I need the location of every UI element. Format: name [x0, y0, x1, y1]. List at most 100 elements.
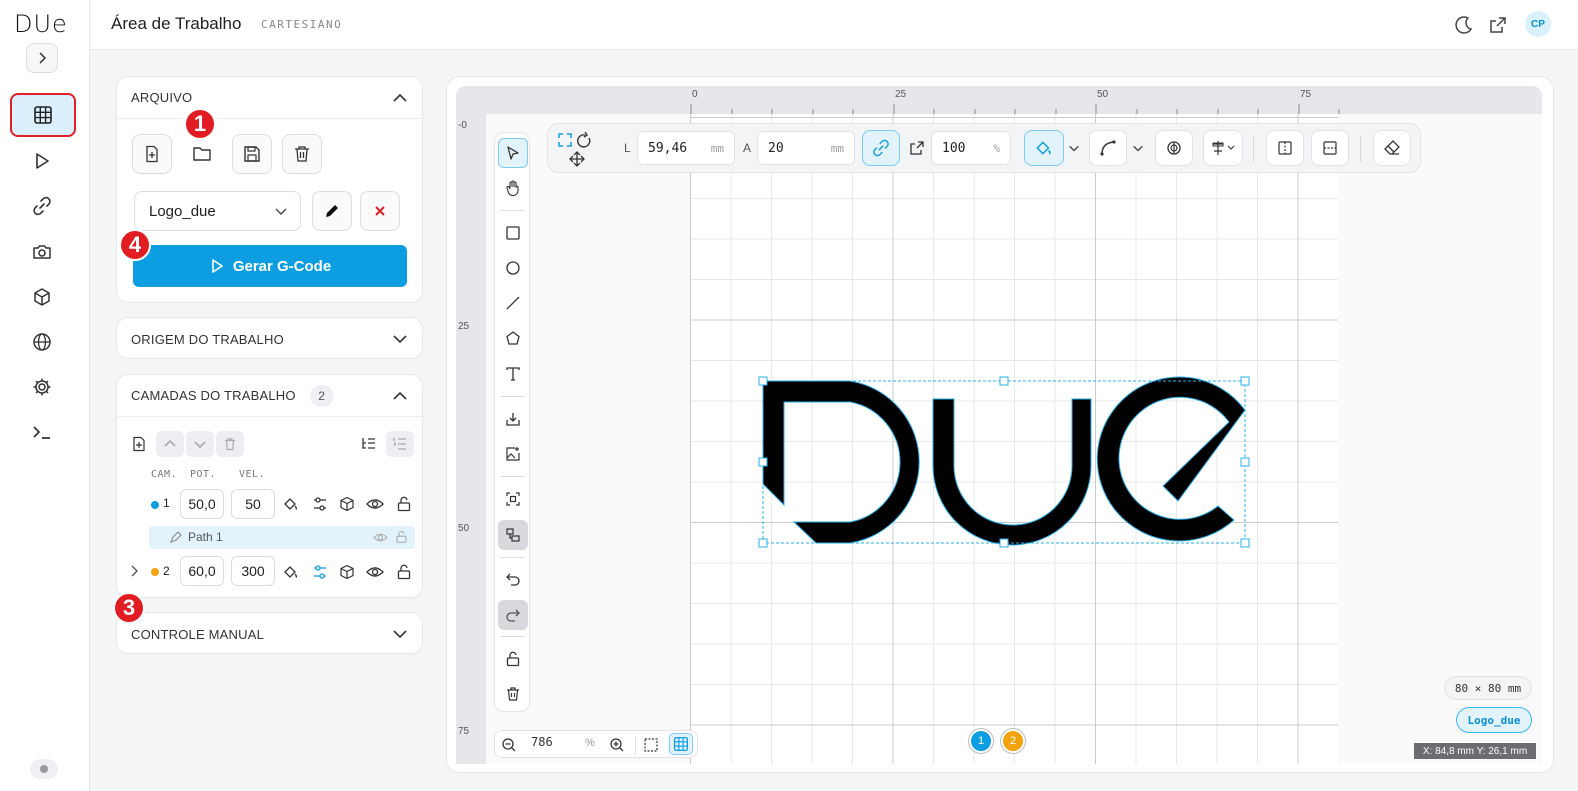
flip-horizontal-button[interactable] [1266, 130, 1304, 166]
path-button[interactable] [1089, 130, 1127, 166]
line-icon [506, 296, 520, 310]
zoom-out-icon[interactable] [501, 737, 517, 753]
sidebar-item-cube[interactable] [22, 279, 62, 315]
eye-icon[interactable] [373, 531, 388, 544]
new-file-button[interactable] [132, 134, 172, 174]
project-select[interactable]: Logo_due [134, 191, 301, 231]
circle-tool[interactable] [498, 253, 528, 283]
align-button[interactable] [1203, 130, 1243, 166]
height-input[interactable]: 20 mm [757, 131, 855, 165]
move-layer-up-button[interactable] [156, 431, 184, 457]
sidebar-item-play[interactable] [22, 143, 62, 179]
layer-material-button[interactable] [337, 494, 357, 514]
edit-project-button[interactable] [312, 191, 352, 231]
camadas-header[interactable]: CAMADAS DO TRABALHO 2 [117, 375, 422, 417]
import-tool[interactable] [498, 404, 528, 434]
play-icon [212, 259, 223, 273]
redo-button[interactable] [498, 600, 528, 630]
text-tool[interactable] [498, 359, 528, 389]
image-tool[interactable] [498, 439, 528, 469]
path-dropdown[interactable] [1130, 130, 1146, 166]
sidebar-item-globe[interactable] [22, 324, 62, 360]
sidebar-item-camera[interactable] [22, 234, 62, 270]
layer-speed-input[interactable]: 300 [231, 556, 275, 586]
sidebar-item-grid[interactable] [10, 93, 76, 137]
add-layer-button[interactable] [125, 431, 153, 457]
path-row[interactable]: Path 1 [149, 526, 415, 549]
select-tool[interactable] [498, 138, 528, 168]
open-file-button[interactable] [182, 134, 222, 174]
layer-tree-button[interactable] [355, 431, 383, 457]
layer-badge-1[interactable]: 1 [969, 729, 993, 753]
scale-unit: % [993, 141, 1000, 155]
layer-visibility-button[interactable] [365, 494, 385, 514]
eraser-button[interactable] [1373, 130, 1411, 166]
fill-dropdown[interactable] [1066, 130, 1082, 166]
chevron-down-icon [275, 208, 287, 215]
move-layer-down-button[interactable] [186, 431, 214, 457]
lock-tool[interactable] [498, 644, 528, 674]
layer-speed-input[interactable]: 50 [231, 489, 275, 519]
chevron-right-icon[interactable] [129, 565, 139, 577]
remove-project-button[interactable] [360, 191, 400, 231]
trace-tool[interactable] [498, 484, 528, 514]
delete-tool[interactable] [498, 679, 528, 709]
generate-gcode-button[interactable]: Gerar G-Code [133, 245, 407, 287]
layer-badge-2[interactable]: 2 [1001, 729, 1025, 753]
file-name-badge[interactable]: Logo_due [1456, 707, 1532, 733]
layer-material-button[interactable] [337, 562, 357, 582]
paint-bucket-icon [1036, 141, 1051, 155]
sidebar-item-terminal[interactable] [22, 414, 62, 450]
zoom-value[interactable]: 786 [531, 735, 553, 749]
arrange-tool[interactable] [498, 520, 528, 550]
globe-icon [33, 333, 51, 351]
avatar[interactable]: CP [1525, 11, 1551, 37]
zoom-in-icon[interactable] [609, 737, 625, 753]
width-input[interactable]: 59,46 mm [637, 131, 735, 165]
origem-header[interactable]: ORIGEM DO TRABALHO [117, 318, 422, 360]
lock-ratio-button[interactable] [862, 130, 900, 166]
rectangle-tool[interactable] [498, 218, 528, 248]
logo-design-object[interactable] [750, 370, 1260, 560]
align-center-icon [1212, 141, 1235, 155]
layer-number: 2 [163, 564, 170, 578]
fill-mode-button[interactable] [281, 494, 301, 514]
sidebar-item-settings[interactable] [22, 369, 62, 405]
polygon-tool[interactable] [498, 323, 528, 353]
layer-order-button[interactable] [386, 431, 414, 457]
height-value: 20 [768, 140, 784, 156]
save-file-button[interactable] [232, 134, 272, 174]
fill-button[interactable] [1024, 130, 1064, 166]
layer-power-input[interactable]: 60,0 [180, 556, 224, 586]
undo-button[interactable] [498, 564, 528, 594]
origem-title: ORIGEM DO TRABALHO [131, 331, 284, 347]
ruler-top-label: 25 [895, 89, 907, 100]
boolean-button[interactable] [1155, 130, 1193, 166]
layer-settings-button[interactable] [310, 562, 330, 582]
layer-settings-button[interactable] [310, 494, 330, 514]
fit-selection-icon[interactable] [643, 737, 659, 753]
layer-lock-button[interactable] [394, 494, 414, 514]
fill-mode-button[interactable] [281, 562, 301, 582]
controle-header[interactable]: CONTROLE MANUAL [117, 613, 422, 655]
delete-layer-button[interactable] [216, 431, 244, 457]
unlock-icon[interactable] [395, 530, 408, 544]
sidebar-item-link[interactable] [22, 188, 62, 224]
pan-tool[interactable] [498, 173, 528, 203]
project-select-value: Logo_due [149, 202, 216, 220]
delete-file-button[interactable] [282, 134, 322, 174]
layer-power-input[interactable]: 50,0 [180, 489, 224, 519]
open-external-button[interactable] [1485, 12, 1511, 38]
pen-tool-icon [170, 531, 182, 543]
line-tool[interactable] [498, 288, 528, 318]
grid-toggle-button[interactable] [669, 733, 693, 755]
sidebar-expand-button[interactable] [26, 43, 58, 73]
ruler-left-label: 50 [458, 523, 470, 534]
theme-toggle-button[interactable] [1451, 12, 1477, 38]
flip-vertical-button[interactable] [1311, 130, 1349, 166]
layer-lock-button[interactable] [394, 562, 414, 582]
arquivo-header[interactable]: ARQUIVO [117, 77, 422, 119]
scale-input[interactable]: 100 % [931, 131, 1011, 165]
layer-visibility-button[interactable] [365, 562, 385, 582]
transform-toggle[interactable] [557, 132, 593, 168]
